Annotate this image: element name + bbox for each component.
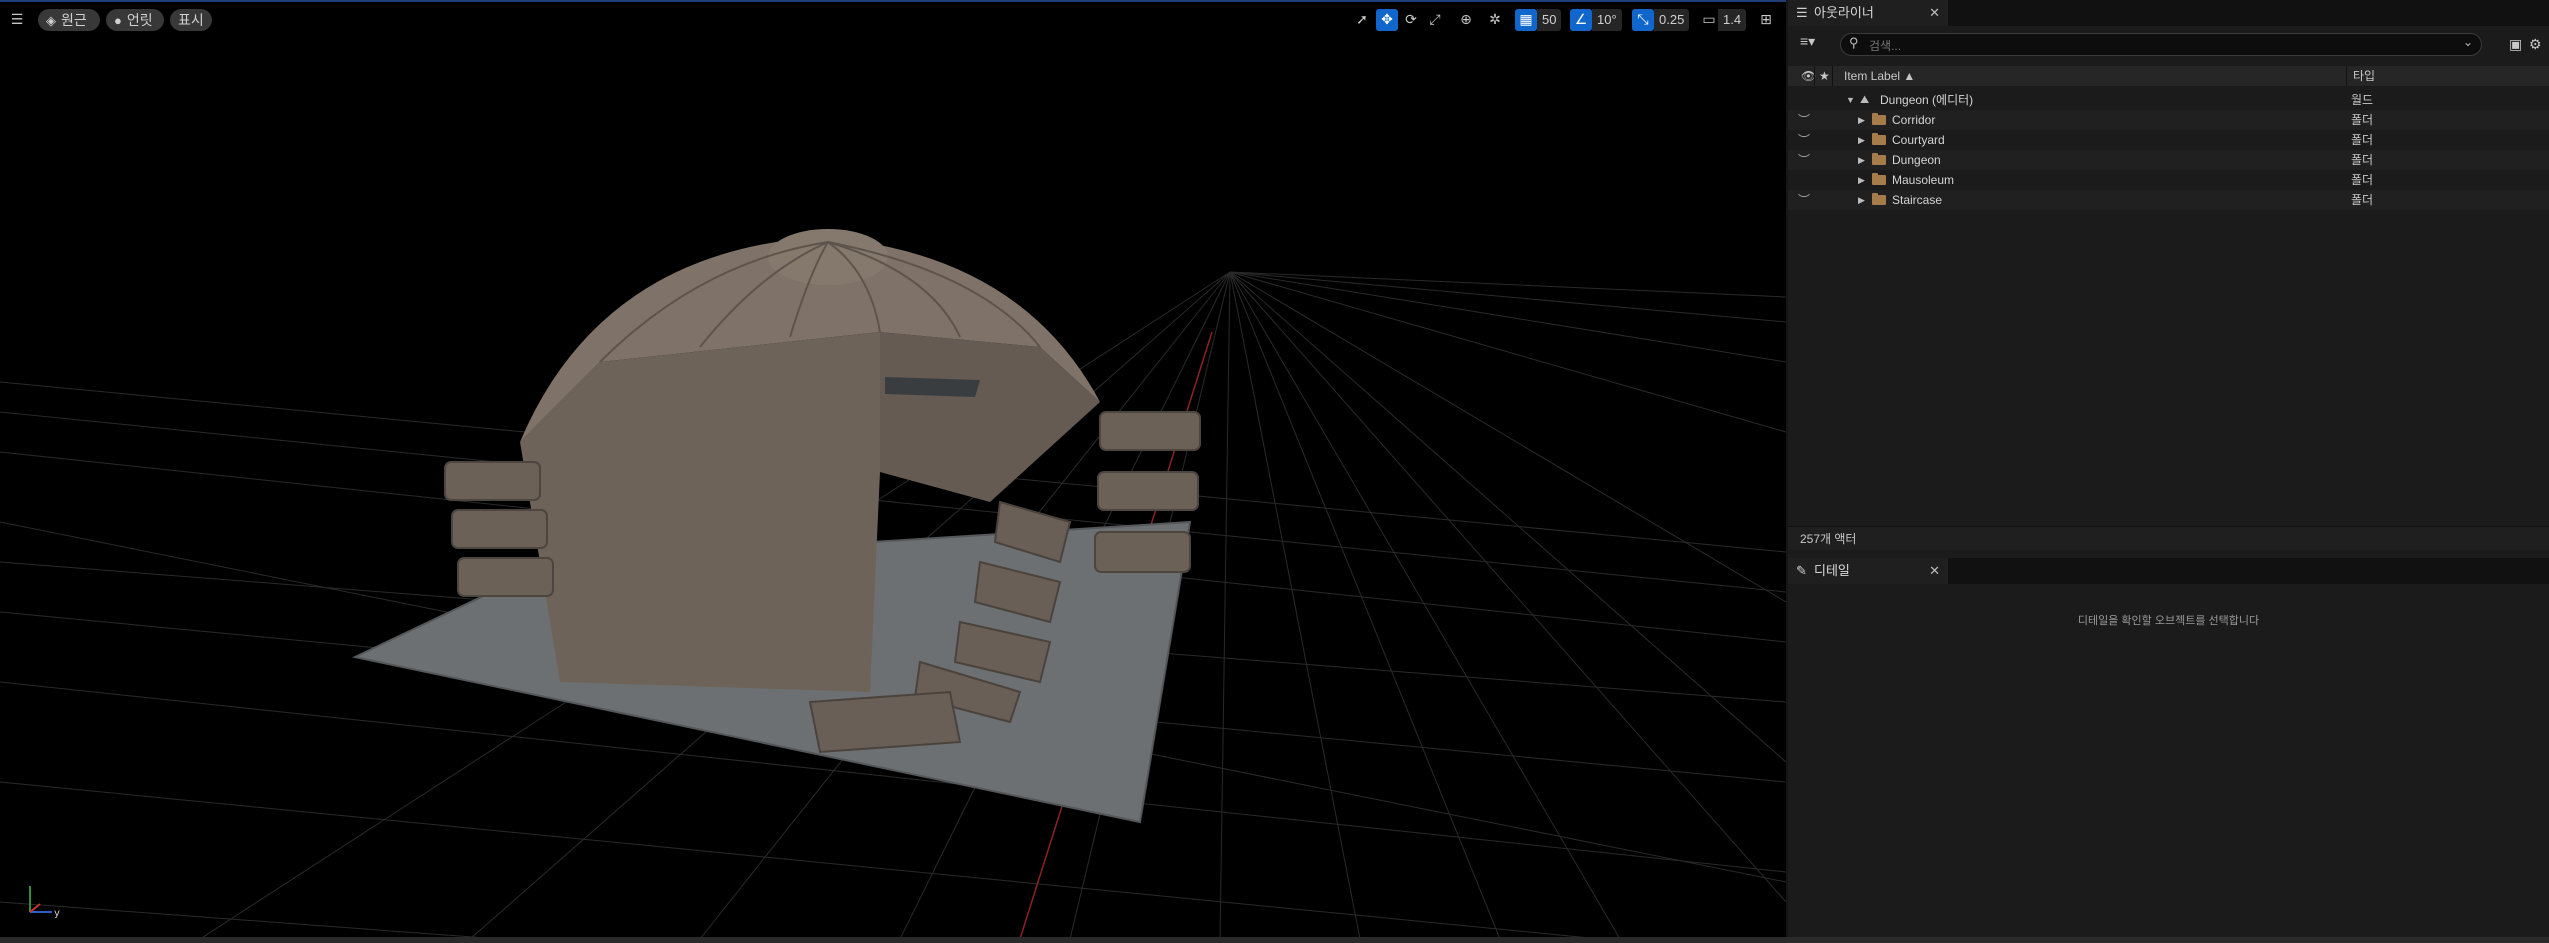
tab-details[interactable]: ✎ 디테일 ✕ xyxy=(1788,558,1948,584)
details-empty-message: 디테일을 확인할 오브젝트를 선택합니다 xyxy=(2077,615,2260,627)
scene-render[interactable] xyxy=(0,2,1786,937)
rotate-tool-icon[interactable]: ⟳ xyxy=(1400,9,1422,31)
world-icon: ⛰ xyxy=(1860,94,1870,106)
viewport-layout-icon[interactable]: ⊞ xyxy=(1755,9,1777,31)
tree-row-folder[interactable]: ︶ ▶ Staircase 폴더 xyxy=(1788,190,2549,210)
left-planks xyxy=(444,461,554,597)
lit-mode-button[interactable]: ● 언릿 xyxy=(106,9,164,31)
expand-arrow-icon[interactable]: ▶ xyxy=(1858,150,1865,170)
visibility-toggle-icon[interactable]: ︶ xyxy=(1798,110,1810,130)
svg-text:y: y xyxy=(54,908,60,919)
folder-icon xyxy=(1872,193,1886,205)
scale-tool-icon[interactable]: ⤢ xyxy=(1424,9,1446,31)
rotation-snap-value[interactable]: 10° xyxy=(1592,9,1622,31)
visibility-toggle-icon[interactable]: ︶ xyxy=(1798,150,1810,170)
translate-tool-icon[interactable]: ✥ xyxy=(1376,9,1398,31)
pencil-icon: ✎ xyxy=(1796,563,1807,578)
pin-column-star-icon[interactable]: ★ xyxy=(1819,66,1830,86)
column-type[interactable]: 타입 xyxy=(2353,66,2375,86)
expand-arrow-icon[interactable]: ▶ xyxy=(1858,170,1865,190)
coordinate-space-icon[interactable]: ⊕ xyxy=(1455,9,1477,31)
camera-speed-value[interactable]: 1.4 xyxy=(1718,9,1747,31)
tree-row-folder[interactable]: ︶ ▶ Courtyard 폴더 xyxy=(1788,130,2549,150)
settings-gear-icon[interactable]: ⚙ xyxy=(2529,36,2542,53)
tree-row-world[interactable]: ▼ ⛰ Dungeon (에디터) 월드 xyxy=(1788,90,2549,110)
folder-icon xyxy=(1872,113,1886,125)
camera-speed-icon[interactable]: ▭ xyxy=(1698,9,1720,31)
collapse-arrow-icon[interactable]: ▼ xyxy=(1846,90,1855,110)
expand-arrow-icon[interactable]: ▶ xyxy=(1858,110,1865,130)
tree-row-folder[interactable]: ▶ Mausoleum 폴더 xyxy=(1788,170,2549,190)
tree-row-folder[interactable]: ︶ ▶ Dungeon 폴더 xyxy=(1788,150,2549,170)
perspective-button[interactable]: ◈ 원근 xyxy=(38,9,100,31)
outliner-search-row: ≡▾ ⚲ ⌄ ▣ ⚙ xyxy=(1788,30,2549,60)
viewport-menu-icon[interactable]: ☰ xyxy=(6,9,28,31)
outliner-column-header: 👁 ★ Item Label ▲ 타입 xyxy=(1788,66,2549,86)
level-viewport[interactable]: ☰ ◈ 원근 ● 언릿 표시 ➚ ✥ ⟳ ⤢ ⊕ ✲ ▦ 50 ∠ 10° ⤡ 0.… xyxy=(0,0,1786,937)
folder-icon xyxy=(1872,173,1886,185)
search-icon: ⚲ xyxy=(1849,35,1859,50)
folder-icon xyxy=(1872,153,1886,165)
bottom-status-strip xyxy=(0,937,2549,943)
expand-arrow-icon[interactable]: ▶ xyxy=(1858,130,1865,150)
surface-snap-icon[interactable]: ✲ xyxy=(1484,9,1506,31)
visibility-toggle-icon[interactable]: ︶ xyxy=(1798,190,1810,210)
filter-icon[interactable]: ≡▾ xyxy=(1800,33,1815,50)
cube-icon: ◈ xyxy=(46,13,56,28)
close-icon[interactable]: ✕ xyxy=(1929,558,1940,584)
visibility-toggle-icon[interactable]: ︶ xyxy=(1798,130,1810,150)
add-folder-icon[interactable]: ▣ xyxy=(2509,36,2522,53)
sphere-icon: ● xyxy=(114,13,122,28)
outliner-tree: ▼ ⛰ Dungeon (에디터) 월드 ︶ ▶ Corridor 폴더 ︶ ▶… xyxy=(1788,90,2549,210)
right-panel: ☰ 아웃라이너 ✕ ≡▾ ⚲ ⌄ ▣ ⚙ 👁 ★ Item Label ▲ 타입… xyxy=(1788,0,2549,943)
actor-count-status: 257개 액터 xyxy=(1788,526,2549,550)
right-planks xyxy=(1094,411,1201,573)
tree-row-folder[interactable]: ︶ ▶ Corridor 폴더 xyxy=(1788,110,2549,130)
close-icon[interactable]: ✕ xyxy=(1929,0,1940,26)
scale-snap-icon[interactable]: ⤡ xyxy=(1632,9,1654,31)
grid-snap-value[interactable]: 50 xyxy=(1537,9,1562,31)
grid-snap-icon[interactable]: ▦ xyxy=(1515,9,1537,31)
show-button[interactable]: 표시 xyxy=(170,9,212,31)
details-tabbar: ✎ 디테일 ✕ xyxy=(1788,558,2549,584)
chevron-down-icon[interactable]: ⌄ xyxy=(2463,35,2473,49)
column-item-label[interactable]: Item Label ▲ xyxy=(1844,66,1915,86)
search-input[interactable] xyxy=(1867,36,2451,55)
select-tool-icon[interactable]: ➚ xyxy=(1351,9,1373,31)
rotation-snap-icon[interactable]: ∠ xyxy=(1570,9,1592,31)
search-field[interactable]: ⚲ ⌄ xyxy=(1840,33,2482,56)
folder-icon xyxy=(1872,133,1886,145)
viewport-toolbar: ☰ ◈ 원근 ● 언릿 표시 ➚ ✥ ⟳ ⤢ ⊕ ✲ ▦ 50 ∠ 10° ⤡ 0.… xyxy=(0,6,1786,34)
outliner-icon: ☰ xyxy=(1796,5,1808,20)
scale-snap-value[interactable]: 0.25 xyxy=(1654,9,1690,31)
expand-arrow-icon[interactable]: ▶ xyxy=(1858,190,1865,210)
tab-outliner[interactable]: ☰ 아웃라이너 ✕ xyxy=(1788,0,1948,26)
axis-gizmo: y xyxy=(29,886,60,919)
outliner-tabbar: ☰ 아웃라이너 ✕ xyxy=(1788,0,2549,26)
